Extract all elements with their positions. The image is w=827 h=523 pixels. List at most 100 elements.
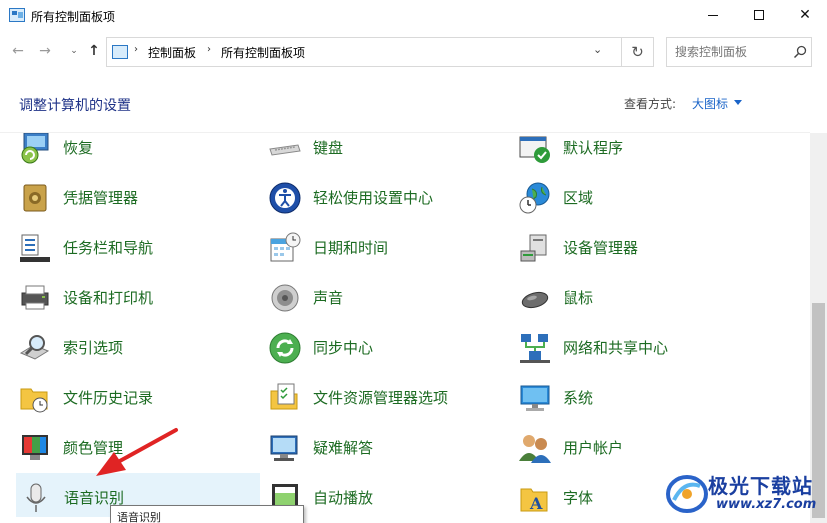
item-user-accounts[interactable]: 用户帐户 — [518, 425, 758, 469]
item-credential-manager[interactable]: 凭据管理器 — [18, 175, 258, 219]
recent-locations-button[interactable]: ⌄ — [64, 41, 84, 61]
item-label: 区域 — [563, 189, 594, 207]
item-label: 日期和时间 — [313, 239, 389, 257]
item-device-manager[interactable]: 设备管理器 — [518, 225, 758, 269]
item-ease-of-access[interactable]: 轻松使用设置中心 — [268, 175, 508, 219]
item-system[interactable]: 系统 — [518, 375, 758, 419]
item-recovery[interactable]: 恢复 — [18, 133, 258, 169]
sync-center-icon — [269, 332, 301, 364]
troubleshooting-icon — [270, 435, 298, 461]
up-button[interactable]: ↑ — [84, 41, 104, 61]
close-button[interactable]: ✕ — [782, 0, 827, 30]
item-label: 索引选项 — [63, 339, 124, 357]
keyboard-icon — [269, 144, 301, 156]
item-label: 网络和共享中心 — [563, 339, 669, 357]
item-troubleshooting[interactable]: 疑难解答 — [268, 425, 508, 469]
item-file-history[interactable]: 文件历史记录 — [18, 375, 258, 419]
item-keyboard[interactable]: 键盘 — [268, 133, 508, 169]
item-label: 同步中心 — [313, 339, 374, 357]
view-by-label: 查看方式: — [624, 97, 677, 111]
device-manager-icon — [520, 234, 547, 262]
tooltip: 语音识别 — [110, 505, 304, 523]
item-label: 凭据管理器 — [63, 189, 139, 207]
user-accounts-icon — [519, 435, 551, 463]
maximize-icon — [754, 10, 764, 20]
breadcrumb-control-panel[interactable]: 控制面板 — [148, 44, 196, 61]
mouse-icon — [521, 291, 549, 309]
color-management-icon — [22, 435, 48, 460]
item-devices-printers[interactable]: 设备和打印机 — [18, 275, 258, 319]
item-label: 系统 — [563, 389, 594, 407]
item-label: 文件历史记录 — [63, 389, 154, 407]
item-label: 文件资源管理器选项 — [313, 389, 449, 407]
item-color-management[interactable]: 颜色管理 — [18, 425, 258, 469]
breadcrumb-separator[interactable]: › — [134, 44, 138, 55]
forward-button[interactable]: → — [35, 41, 55, 61]
ease-of-access-icon — [269, 182, 301, 214]
control-panel-icon — [9, 8, 25, 22]
search-box[interactable] — [666, 37, 812, 67]
system-monitor-icon — [520, 385, 550, 411]
item-region[interactable]: 区域 — [518, 175, 758, 219]
navigation-bar: ← → ⌄ ↑ › 控制面板 › 所有控制面板项 ⌄ ↻ — [0, 31, 827, 73]
title-bar: 所有控制面板项 ✕ — [0, 0, 827, 31]
item-label: 声音 — [313, 289, 344, 307]
breadcrumb-separator[interactable]: › — [207, 44, 211, 55]
item-label: 恢复 — [63, 139, 94, 157]
item-label: 设备和打印机 — [63, 289, 154, 307]
item-label: 默认程序 — [563, 139, 624, 157]
maximize-button[interactable] — [736, 0, 782, 30]
item-label: 设备管理器 — [563, 239, 639, 257]
region-globe-icon — [519, 182, 550, 214]
watermark-url: www.xz7.com — [716, 497, 817, 512]
taskbar-icon — [20, 234, 50, 262]
item-network-sharing[interactable]: 网络和共享中心 — [518, 325, 758, 369]
item-label: 键盘 — [313, 139, 344, 157]
item-label: 用户帐户 — [563, 439, 624, 457]
search-input[interactable] — [667, 38, 787, 66]
item-label: 疑难解答 — [313, 439, 374, 457]
minimize-icon — [708, 14, 718, 16]
vertical-scrollbar[interactable] — [810, 133, 827, 523]
svg-text:A: A — [529, 494, 543, 513]
control-panel-icon — [112, 45, 128, 59]
item-autoplay[interactable]: 自动播放 — [268, 475, 508, 519]
recovery-icon — [21, 133, 49, 164]
item-date-time[interactable]: 日期和时间 — [268, 225, 508, 269]
minimize-button[interactable] — [690, 0, 736, 30]
item-label: 鼠标 — [563, 289, 594, 307]
microphone-icon — [26, 483, 46, 512]
printer-icon — [21, 285, 49, 310]
folder-options-icon — [270, 383, 298, 410]
item-sync-center[interactable]: 同步中心 — [268, 325, 508, 369]
refresh-button[interactable]: ↻ — [621, 38, 653, 66]
item-label: 任务栏和导航 — [63, 239, 154, 257]
date-time-icon — [270, 232, 301, 262]
item-explorer-options[interactable]: 文件资源管理器选项 — [268, 375, 508, 419]
address-bar[interactable]: › 控制面板 › 所有控制面板项 ⌄ ↻ — [106, 37, 654, 67]
address-dropdown-icon[interactable]: ⌄ — [593, 43, 602, 56]
item-mouse[interactable]: 鼠标 — [518, 275, 758, 319]
search-icon[interactable] — [793, 45, 807, 59]
credential-manager-icon — [23, 184, 47, 212]
back-button[interactable]: ← — [8, 41, 28, 61]
watermark-title: 极光下载站 — [708, 474, 813, 498]
chevron-down-icon[interactable] — [734, 100, 742, 105]
watermark-logo-icon — [666, 475, 708, 513]
item-label: 自动播放 — [313, 489, 374, 507]
item-label: 轻松使用设置中心 — [313, 189, 434, 207]
fonts-icon: A — [520, 488, 548, 513]
item-default-programs[interactable]: 默认程序 — [518, 133, 758, 169]
window-title: 所有控制面板项 — [31, 10, 116, 24]
item-indexing-options[interactable]: 索引选项 — [18, 325, 258, 369]
indexing-icon — [19, 335, 50, 360]
default-programs-icon — [519, 136, 550, 163]
control-panel-items: 恢复 键盘 默认程序 凭据管理器 轻松使用设置中心 区域 任务栏和导航 日期和时… — [0, 133, 810, 523]
item-taskbar[interactable]: 任务栏和导航 — [18, 225, 258, 269]
file-history-icon — [20, 388, 48, 413]
network-icon — [520, 334, 550, 363]
view-by-dropdown[interactable]: 大图标 — [692, 95, 728, 112]
breadcrumb-all-items[interactable]: 所有控制面板项 — [221, 44, 305, 61]
sound-speaker-icon — [271, 284, 299, 312]
item-sound[interactable]: 声音 — [268, 275, 508, 319]
